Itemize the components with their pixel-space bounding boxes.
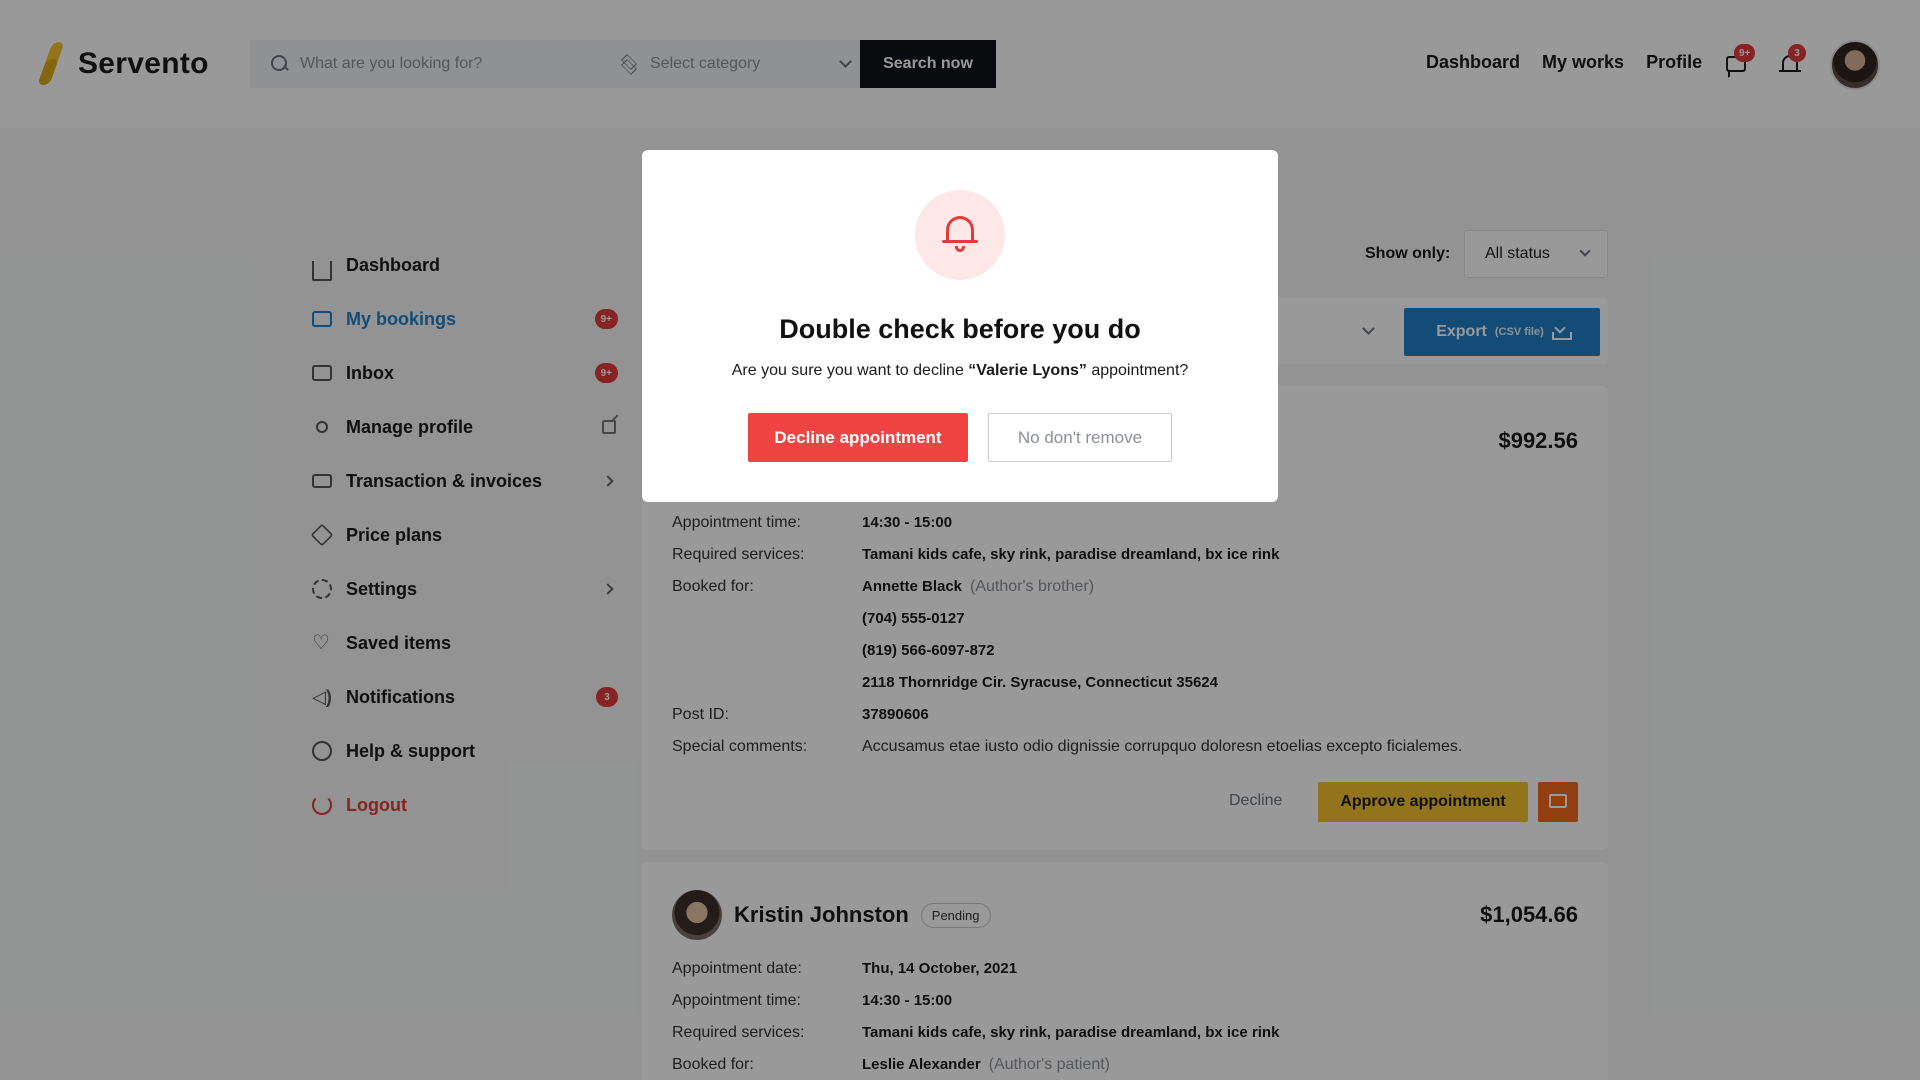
modal-text-after: appointment? [1086,362,1189,379]
cancel-button[interactable]: No don't remove [988,413,1172,462]
modal-title: Double check before you do [779,314,1141,344]
modal-text-before: Are you sure you want to decline [731,362,969,379]
bell-icon [915,190,1005,280]
modal-message: Are you sure you want to decline “Valeri… [642,362,1278,380]
confirm-decline-modal: Double check before you do Are you sure … [642,150,1278,502]
decline-appointment-button[interactable]: Decline appointment [748,413,968,462]
modal-customer-name: “Valerie Lyons” [968,362,1087,379]
